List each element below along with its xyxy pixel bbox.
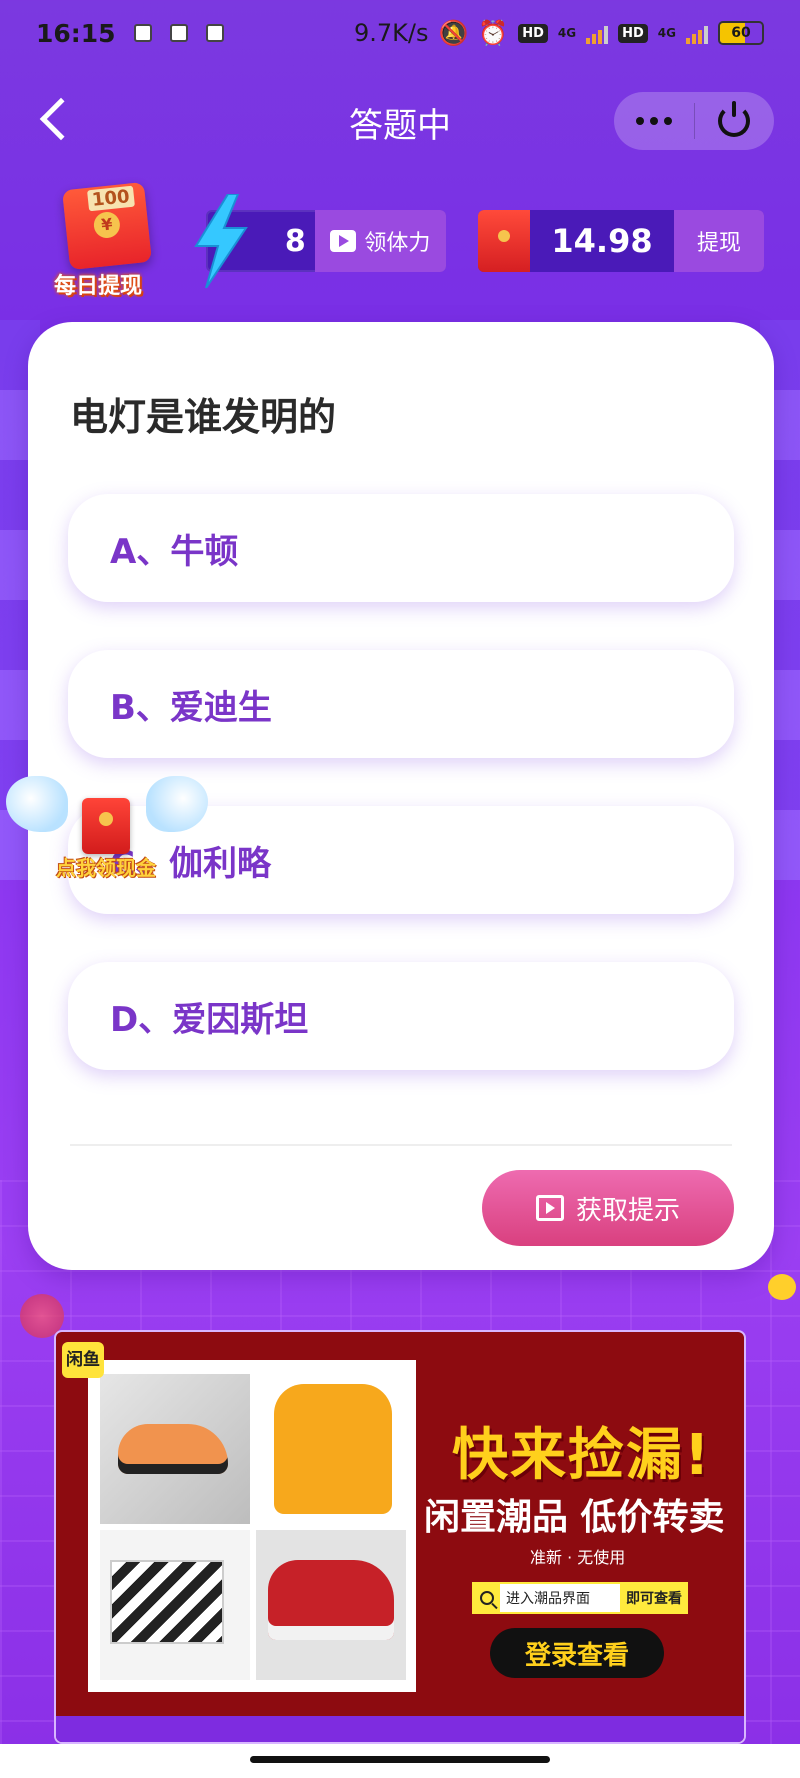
decor-coin — [768, 1274, 796, 1300]
energy-count: 8 — [284, 223, 306, 259]
bag-photo — [100, 1530, 250, 1680]
battery-level: 60 — [731, 25, 751, 41]
ad-banner[interactable]: 闲鱼 快来捡漏! 闲置潮品 低价转卖 准新 · 无使用 进入潮品界面 即可查看 … — [54, 1330, 746, 1744]
ad-search-bar: 进入潮品界面 即可查看 — [472, 1582, 688, 1614]
notification-icon — [205, 24, 224, 42]
daily-withdraw-button[interactable]: 100 每日提现 — [52, 181, 162, 299]
red-envelope-icon — [82, 798, 130, 854]
more-dots-icon — [635, 117, 644, 125]
option-d[interactable]: D、爱因斯坦 — [68, 962, 734, 1070]
alarm-icon: ⏰ — [478, 19, 509, 47]
signal-icon — [586, 22, 609, 44]
notification-icon — [169, 24, 188, 42]
wing-icon — [6, 776, 68, 832]
status-right-group: 9.7K/s 🔕 ⏰ HD 4G HD 4G 60 — [354, 19, 764, 47]
question-text: 电灯是谁发明的 — [70, 395, 337, 439]
hd-badge: HD — [518, 23, 548, 43]
notification-icon — [133, 24, 152, 42]
floating-red-packet[interactable]: 点我领现金 — [6, 776, 208, 886]
ad-login-button[interactable]: 登录查看 — [490, 1628, 664, 1678]
floating-packet-label: 点我领现金 — [56, 856, 156, 880]
close-button[interactable] — [695, 101, 775, 137]
ad-headline: 快来捡漏! — [452, 1423, 712, 1488]
more-button[interactable] — [614, 117, 694, 125]
balance-amount: 14.98 — [551, 222, 653, 260]
video-play-icon — [330, 230, 357, 252]
wing-icon — [146, 776, 208, 832]
signal-icon — [686, 22, 708, 44]
network-type: 4G — [657, 26, 676, 40]
xianyu-logo: 闲鱼 — [62, 1342, 104, 1378]
network-type: 4G — [557, 26, 577, 40]
red-envelope-icon — [478, 210, 530, 272]
get-hint-label: 获取提示 — [575, 1195, 680, 1226]
withdraw-button[interactable]: 提现 — [674, 210, 764, 272]
get-energy-button[interactable]: 领体力 — [314, 210, 446, 272]
ad-subtitle: 闲置潮品 低价转卖 — [424, 1497, 725, 1538]
get-hint-button[interactable]: 获取提示 — [482, 1170, 734, 1246]
net-speed: 9.7K/s — [353, 19, 429, 47]
mini-program-capsule — [614, 92, 774, 150]
ad-bottom-bar — [56, 1716, 744, 1742]
energy-panel: 8 领体力 — [194, 194, 446, 288]
converse-photo — [256, 1530, 406, 1680]
home-indicator[interactable] — [250, 1756, 550, 1763]
more-dots-icon — [663, 117, 672, 125]
ad-search-go: 即可查看 — [626, 1591, 682, 1607]
get-energy-label: 领体力 — [364, 231, 431, 256]
navigation-bar: 答题中 — [0, 80, 800, 160]
sneaker-photo — [100, 1374, 250, 1524]
battery-icon: 60 — [718, 21, 764, 45]
ad-search-text: 进入潮品界面 — [500, 1584, 620, 1612]
ad-product-photos — [88, 1360, 416, 1692]
more-dots-icon — [649, 117, 658, 125]
power-icon — [718, 101, 751, 137]
mute-bell-icon: 🔕 — [438, 19, 469, 47]
ad-small-text: 准新 · 无使用 — [530, 1548, 626, 1567]
status-time: 16:15 — [36, 18, 116, 48]
daily-withdraw-label: 每日提现 — [54, 274, 143, 299]
option-b[interactable]: B、爱迪生 — [68, 650, 734, 758]
status-bar: 16:15 9.7K/s 🔕 ⏰ HD 4G HD 4G 60 — [0, 0, 800, 66]
search-icon — [480, 1591, 494, 1605]
hd-badge: HD — [618, 23, 648, 43]
video-icon — [535, 1195, 564, 1221]
option-a[interactable]: A、牛顿 — [68, 494, 734, 602]
sweater-photo — [256, 1374, 406, 1524]
lightning-bolt-icon — [194, 194, 248, 288]
balance-panel: 14.98 提现 — [478, 210, 764, 272]
card-divider — [70, 1144, 732, 1146]
